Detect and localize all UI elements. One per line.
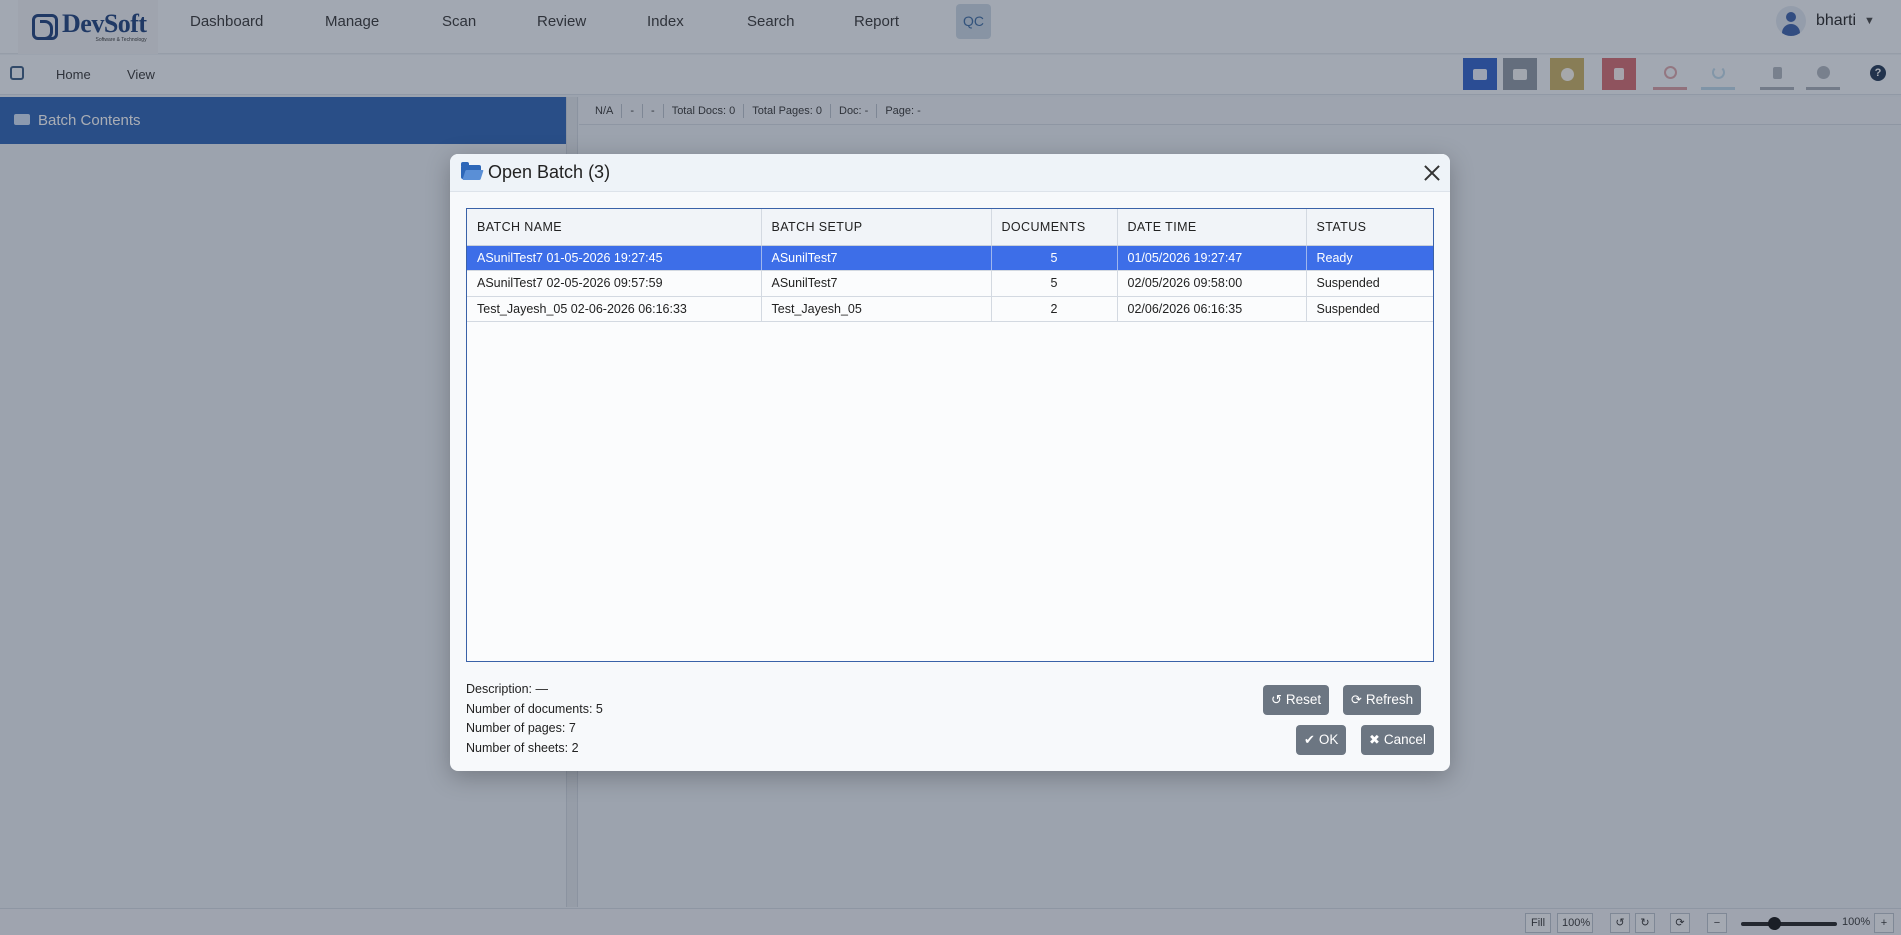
batch-document-count: Number of documents: 5 <box>466 701 603 716</box>
close-icon[interactable] <box>1422 163 1442 183</box>
cell-documents: 5 <box>991 270 1118 297</box>
cell-documents: 5 <box>991 245 1118 271</box>
column-header-status[interactable]: STATUS <box>1306 209 1433 246</box>
cell-status: Ready <box>1306 245 1433 271</box>
cancel-label: Cancel <box>1383 732 1426 747</box>
refresh-icon: ⟳ <box>1351 692 1362 707</box>
cell-date-time: 02/06/2026 06:16:35 <box>1117 296 1307 322</box>
check-icon: ✔ <box>1304 732 1315 747</box>
cell-date-time: 02/05/2026 09:58:00 <box>1117 270 1307 297</box>
reset-icon: ↺ <box>1271 692 1282 707</box>
reset-label: Reset <box>1285 692 1322 707</box>
cell-batch-name: Test_Jayesh_05 02-06-2026 06:16:33 <box>467 296 762 322</box>
cell-batch-name: ASunilTest7 01-05-2026 19:27:45 <box>467 245 762 271</box>
ok-label: OK <box>1318 732 1339 747</box>
cell-status: Suspended <box>1306 296 1433 322</box>
cell-batch-name: ASunilTest7 02-05-2026 09:57:59 <box>467 270 762 297</box>
table-row[interactable]: ASunilTest7 01-05-2026 19:27:45 ASunilTe… <box>467 245 1433 271</box>
column-header-date-time[interactable]: DATE TIME <box>1117 209 1307 246</box>
cancel-button[interactable]: ✖ Cancel <box>1361 725 1434 755</box>
table-row[interactable]: ASunilTest7 02-05-2026 09:57:59 ASunilTe… <box>467 270 1433 297</box>
column-header-documents[interactable]: DOCUMENTS <box>991 209 1118 246</box>
cell-batch-setup: ASunilTest7 <box>761 245 992 271</box>
cell-batch-setup: Test_Jayesh_05 <box>761 296 992 322</box>
folder-open-icon <box>461 162 484 180</box>
grid-header-row: BATCH NAME BATCH SETUP DOCUMENTS DATE TI… <box>467 209 1433 246</box>
batch-page-count: Number of pages: 7 <box>466 721 576 735</box>
cell-date-time: 01/05/2026 19:27:47 <box>1117 245 1307 271</box>
open-batch-dialog: Open Batch (3) BATCH NAME BATCH SETUP DO… <box>450 154 1450 771</box>
batch-details: Description: — Number of documents: 5 Nu… <box>466 680 603 758</box>
refresh-label: Refresh <box>1365 692 1414 707</box>
ok-button[interactable]: ✔ OK <box>1296 725 1347 755</box>
cell-batch-setup: ASunilTest7 <box>761 270 992 297</box>
dialog-title: Open Batch (3) <box>488 162 611 182</box>
batch-description: Description: — <box>466 682 548 696</box>
cell-documents: 2 <box>991 296 1118 322</box>
dialog-header: Open Batch (3) <box>450 154 1450 192</box>
column-header-batch-name[interactable]: BATCH NAME <box>467 209 762 246</box>
times-icon: ✖ <box>1369 732 1380 747</box>
batch-grid: BATCH NAME BATCH SETUP DOCUMENTS DATE TI… <box>466 208 1434 662</box>
refresh-button[interactable]: ⟳ Refresh <box>1343 685 1422 715</box>
reset-button[interactable]: ↺ Reset <box>1263 685 1330 715</box>
table-row[interactable]: Test_Jayesh_05 02-06-2026 06:16:33 Test_… <box>467 296 1433 322</box>
column-header-batch-setup[interactable]: BATCH SETUP <box>761 209 992 246</box>
cell-status: Suspended <box>1306 270 1433 297</box>
batch-sheet-count: Number of sheets: 2 <box>466 740 579 755</box>
